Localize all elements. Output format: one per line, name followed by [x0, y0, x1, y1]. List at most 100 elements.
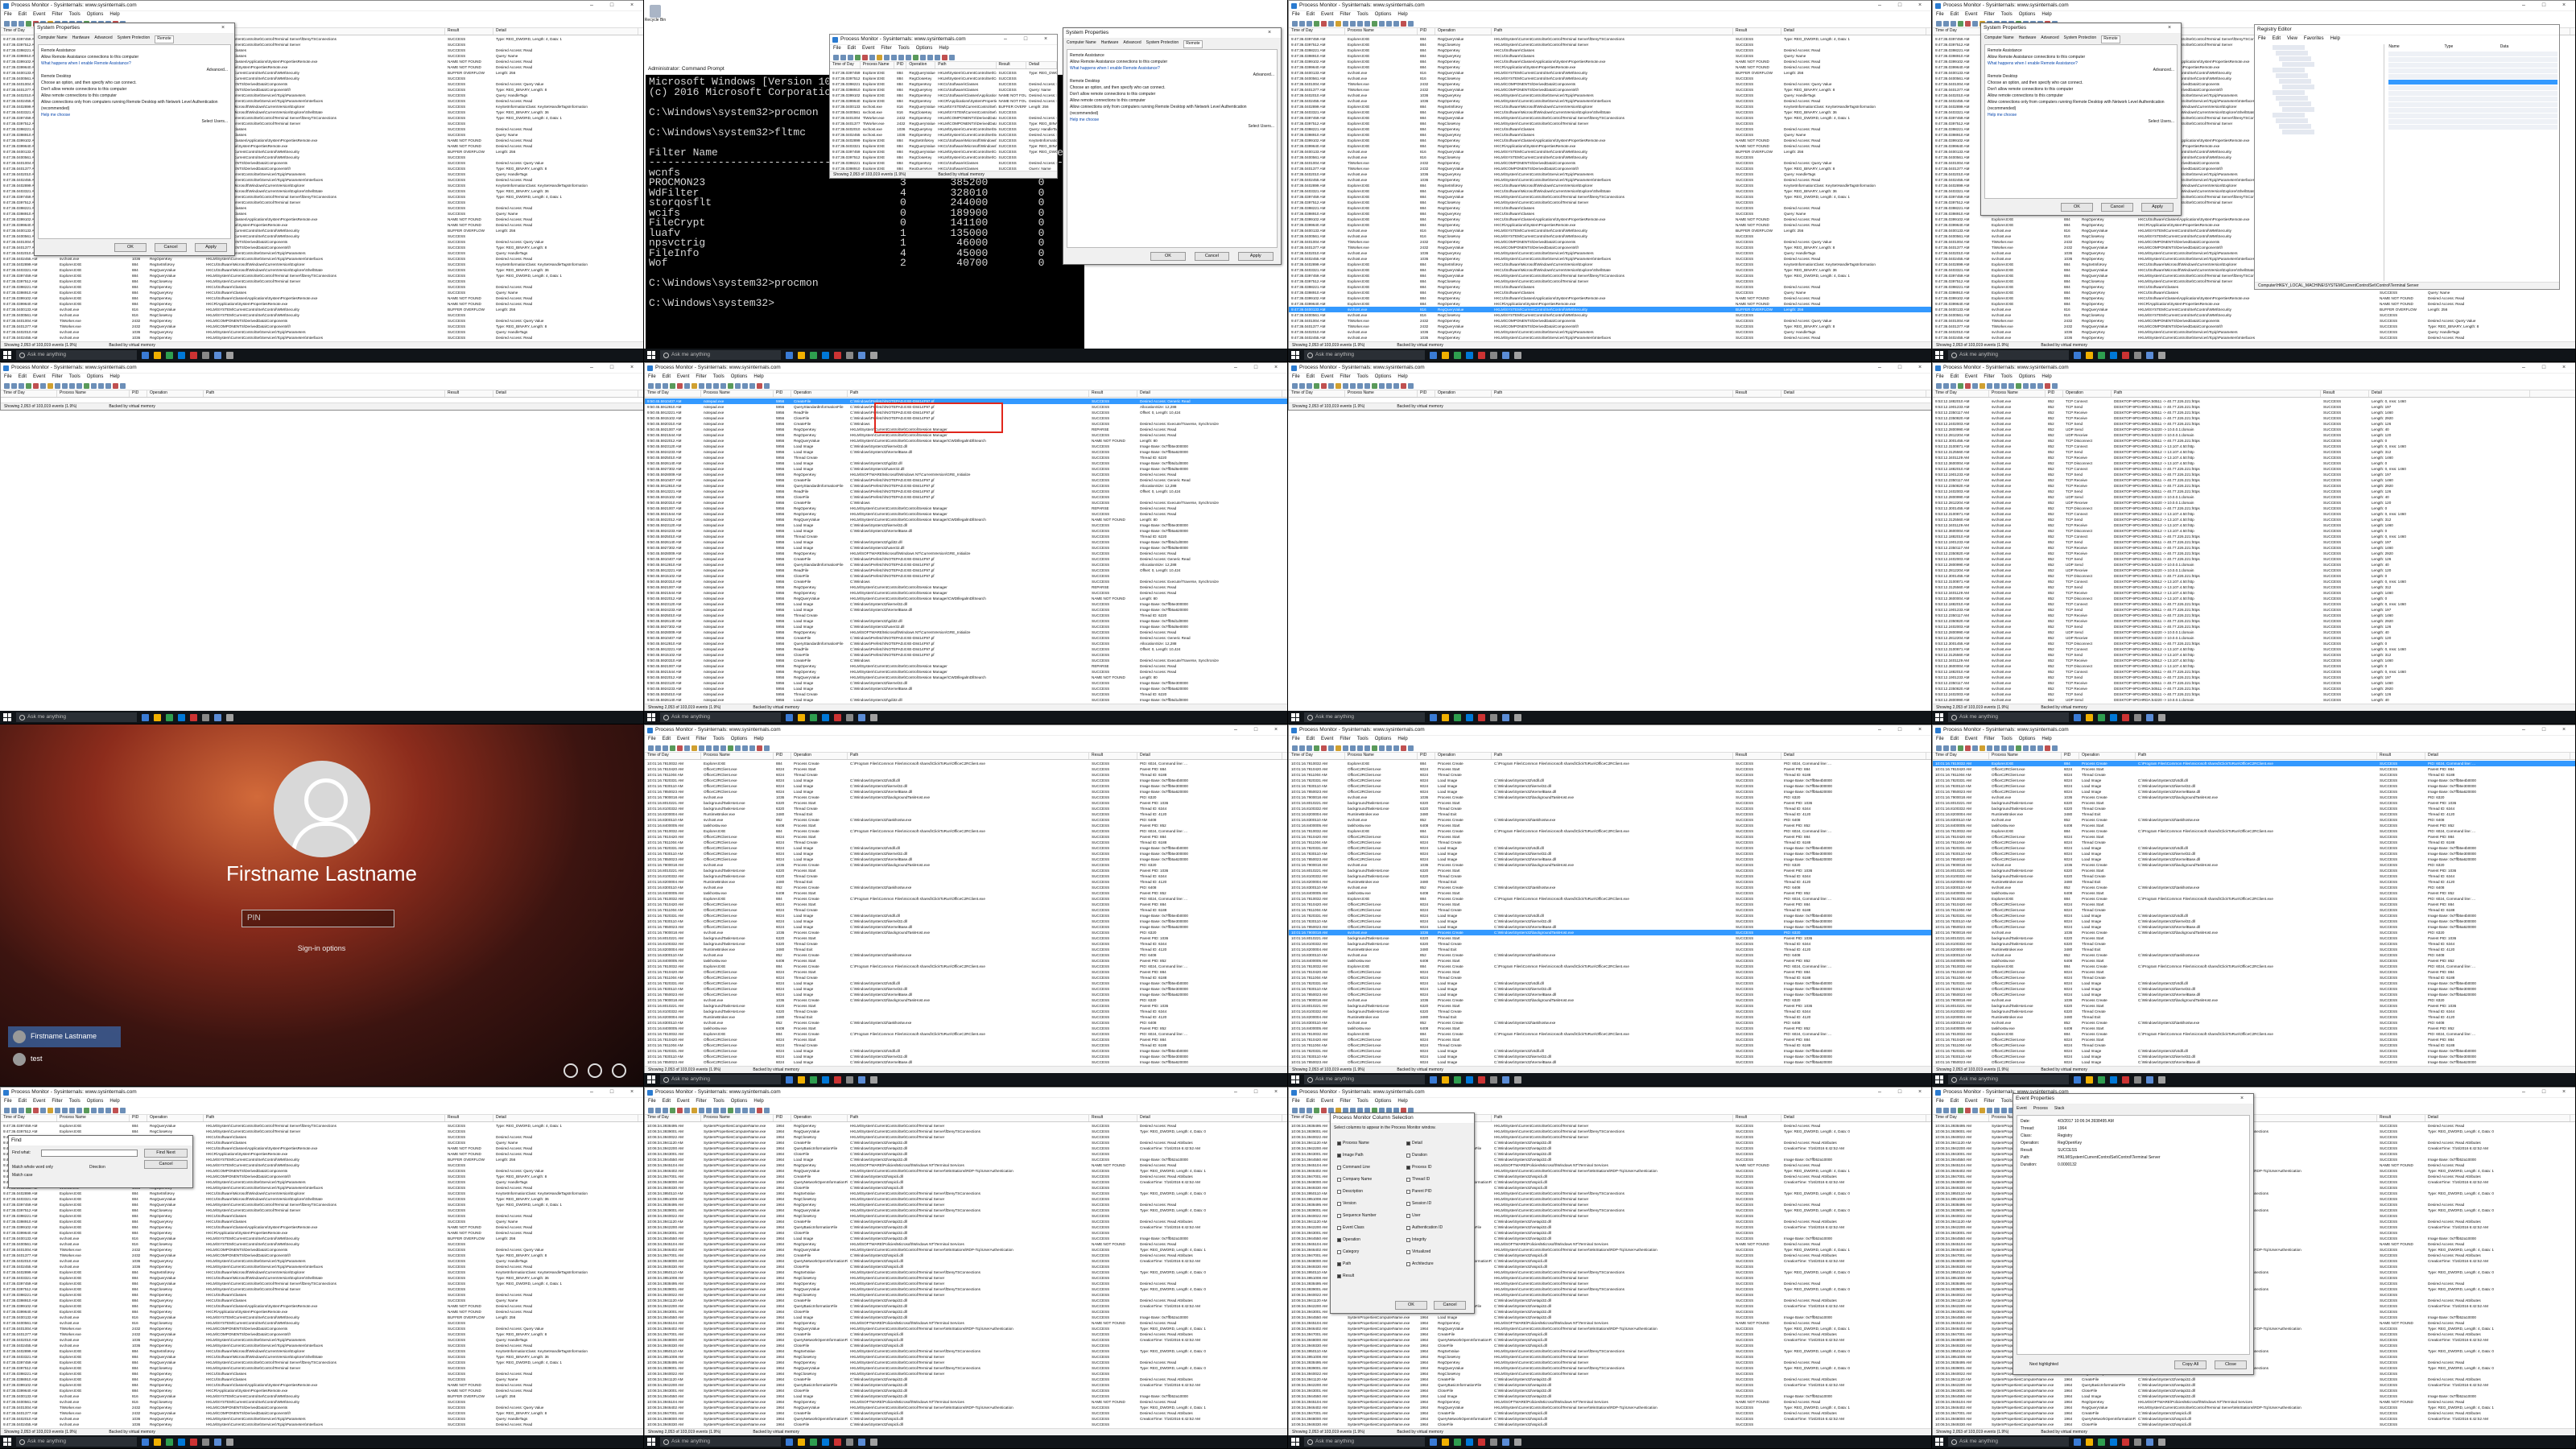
table-row[interactable]: 9:47:36.0401377 AMTiWorker.exe2432RegQue… [1, 1253, 643, 1258]
col-operation[interactable]: Operation [2063, 390, 2112, 397]
table-row[interactable]: 9:47:36.0403321 AMExplorer.EXE884RegQuer… [1289, 267, 1931, 273]
table-row[interactable]: 10:01:16.7820331 AM OfficeC2RClient.exe 60… [1289, 1048, 1931, 1054]
table-row[interactable]: 9:47:36.0401004 AMTiWorker.exe2432RegOpe… [1289, 239, 1931, 245]
table-row[interactable]: 10:01:16.7850023 AM OfficeC2RClient.exe 60… [1933, 857, 2575, 862]
registry-icon[interactable] [2008, 382, 2014, 389]
cancel-button[interactable]: Cancel [144, 1160, 188, 1169]
find-icon[interactable] [1994, 382, 2000, 389]
store-icon[interactable] [810, 713, 817, 721]
menu-item-options[interactable]: Options [1375, 374, 1392, 381]
col-result[interactable]: Result [445, 1115, 493, 1121]
procmon-icon[interactable] [2122, 1438, 2129, 1446]
regedit-icon[interactable] [1514, 1438, 1521, 1446]
table-row[interactable]: 9:47:36.0401377 AMTiWorker.exe2432RegQue… [1289, 166, 1931, 171]
user-switch-2[interactable]: test [8, 1049, 47, 1070]
table-row[interactable]: 10:01:16.7900018 AM svchost.exe 1036 Proces… [645, 795, 1287, 800]
table-row[interactable]: 10:01:16.7820331 AM OfficeC2RClient.exe 60… [1933, 980, 2575, 986]
save-icon[interactable] [655, 745, 661, 751]
table-row[interactable]: 10:06:34.3942200 AMSystemPropertiesCompu… [645, 1303, 1287, 1309]
store-icon[interactable] [2098, 351, 2105, 359]
task-view-icon[interactable] [2074, 351, 2081, 359]
table-row[interactable]: 10:01:16.8300110 AM svchost.exe 852 Process… [1289, 952, 1931, 958]
table-row[interactable]: 9:47:36.0398910 AMExplorer.EXE884RegQuer… [1289, 53, 1931, 59]
table-row[interactable]: 9:50:45.5923120 AM notepad.exe 5956 Load Im… [645, 680, 1287, 686]
settings-icon[interactable] [2134, 1438, 2141, 1446]
table-row[interactable]: 9:50:45.5927302 AM notepad.exe 5956 Load Im… [645, 466, 1287, 472]
col-path[interactable]: Path [1492, 753, 1733, 759]
start-button[interactable] [1291, 713, 1299, 721]
capture-icon[interactable] [1951, 1107, 1956, 1113]
start-button[interactable] [647, 1075, 655, 1084]
table-row[interactable]: 10:06:34.3948000 AMSystemPropertiesCompu… [645, 1179, 1287, 1185]
table-row[interactable]: 10:06:34.3949330 AMSystemPropertiesCompu… [1289, 1343, 1931, 1348]
table-row[interactable]: 9:53:12.2350820 AM svchost.exe 852 TCP Rece… [1933, 551, 2575, 556]
menu-item-options[interactable]: Options [1375, 737, 1392, 743]
table-row[interactable]: 9:47:36.0403321 AMExplorer.EXE884RegQuer… [1, 1275, 643, 1281]
registry-icon[interactable] [1364, 20, 1370, 27]
col-detail[interactable]: Detail [493, 1115, 638, 1121]
table-row[interactable]: 9:47:36.0397459 AMExplorer.EXE884RegQuer… [1, 1360, 643, 1365]
store-icon[interactable] [2098, 713, 2105, 721]
table-row[interactable]: 10:06:34.3943001 AMSystemPropertiesCompu… [645, 1388, 1287, 1393]
menu-item-options[interactable]: Options [87, 374, 104, 381]
table-row[interactable]: 10:06:34.3949330 AMSystemPropertiesCompu… [645, 1343, 1287, 1348]
minimize-icon[interactable]: – [2515, 1089, 2533, 1096]
table-row[interactable]: 10:06:34.3950110 AMSystemPropertiesCompu… [645, 1348, 1287, 1354]
select-users-button[interactable]: Select Users... [1988, 118, 2174, 125]
table-row[interactable]: 9:47:36.0402010 AMsvchost.exe1036RegQuer… [1289, 93, 1931, 98]
nla-checkbox[interactable]: Allow connections only from computers ru… [41, 99, 228, 112]
clear-icon[interactable] [677, 745, 683, 751]
tree-icon[interactable] [1343, 20, 1348, 27]
tree-icon[interactable] [699, 1107, 704, 1113]
store-icon[interactable] [1454, 713, 1461, 721]
table-row[interactable]: 10:01:16.8010221 AM backgroundTaskHost.ex… [645, 1003, 1287, 1009]
table-row[interactable]: 9:53:12.3401129 AM svchost.exe 852 TCP Rece… [1933, 522, 2575, 528]
cmd-icon[interactable] [858, 1075, 865, 1084]
find-icon[interactable] [62, 382, 68, 389]
table-row[interactable]: 9:50:45.5915102 AM notepad.exe 5956 CloseFi… [645, 573, 1287, 579]
table-row[interactable]: 10:01:16.7900018 AM svchost.exe 1036 Proces… [1933, 795, 2575, 800]
minimize-icon[interactable]: – [1871, 365, 1889, 371]
col-process-name[interactable]: Process Name [1989, 753, 2062, 759]
jump-icon[interactable] [2001, 382, 2007, 389]
file-explorer-icon[interactable] [2086, 713, 2093, 721]
tab-remote[interactable]: Remote [2101, 35, 2120, 43]
table-row[interactable]: 10:01:16.7810032 AM Explorer.EXE 884 Proces… [1289, 828, 1931, 834]
table-row[interactable]: 10:06:34.3949330 AMSystemPropertiesCompu… [645, 1422, 1287, 1427]
table-row[interactable]: 10:06:34.3939001 AMSystemPropertiesCompu… [645, 1286, 1287, 1292]
table-row[interactable]: 10:06:34.3943001 AMSystemPropertiesCompu… [645, 1151, 1287, 1157]
table-row[interactable]: 10:01:16.7811004 AM OfficeC2RClient.exe 60… [1289, 772, 1931, 778]
table-row[interactable]: 9:47:36.0402455 AMsvchost.exe1036RegOpen… [1, 335, 643, 341]
table-row[interactable]: 9:47:36.0398221 AMExplorer.EXE884RegOpen… [830, 160, 1057, 166]
procmon-icon[interactable] [834, 351, 841, 359]
tab-remote[interactable]: Remote [155, 35, 174, 43]
table-row[interactable]: 10:06:34.3942200 AMSystemPropertiesCompu… [645, 1146, 1287, 1151]
table-row[interactable]: 10:06:34.3944550 AMSystemPropertiesCompu… [1289, 1393, 1931, 1399]
tab-stack[interactable]: Stack [2054, 1106, 2065, 1113]
menu-item-tools[interactable]: Tools [1357, 1099, 1368, 1105]
profiling-icon[interactable] [105, 382, 111, 389]
settings-icon[interactable] [202, 713, 209, 721]
autoscroll-icon[interactable] [1958, 745, 1963, 751]
tab-process[interactable]: Process [2033, 1106, 2048, 1113]
file-explorer-icon[interactable] [2086, 1075, 2093, 1084]
table-row[interactable]: 9:47:36.0399640 AMExplorer.EXE884RegOpen… [1289, 143, 1931, 149]
store-icon[interactable] [166, 351, 173, 359]
table-row[interactable]: 9:53:12.3125560 AM svchost.exe 852 TCP Send… [1933, 652, 2575, 658]
maximize-icon[interactable]: □ [603, 2, 621, 9]
table-row[interactable]: 10:01:16.7810420 AM OfficeC2RClient.exe 60… [1933, 1037, 2575, 1042]
table-row[interactable]: 9:47:36.0399102 AMExplorer.EXE884RegOpen… [1, 1303, 643, 1309]
col-process-name[interactable]: Process Name [1345, 753, 1418, 759]
table-row[interactable]: 10:06:34.3944550 AMSystemPropertiesCompu… [645, 1157, 1287, 1162]
menu-item-filter[interactable]: Filter [52, 12, 62, 19]
table-row[interactable]: 10:01:16.7820331 AM OfficeC2RClient.exe 60… [1289, 845, 1931, 851]
table-row[interactable]: 10:01:16.7900018 AM svchost.exe 1036 Proces… [645, 862, 1287, 868]
col-operation[interactable]: Operation [147, 1115, 204, 1121]
col-pid[interactable]: PID [1418, 753, 1435, 759]
table-row[interactable]: 9:50:45.5913221 AM notepad.exe 5956 ReadFil… [645, 489, 1287, 494]
edge-icon[interactable] [178, 1438, 185, 1446]
menu-item-tools[interactable]: Tools [69, 1099, 80, 1105]
table-row[interactable]: 9:50:45.5928009 AM notepad.exe 5956 RegOpen… [645, 551, 1287, 556]
table-row[interactable]: 10:01:16.7810032 AM Explorer.EXE 884 Proces… [1933, 896, 2575, 902]
settings-icon[interactable] [846, 1075, 853, 1084]
